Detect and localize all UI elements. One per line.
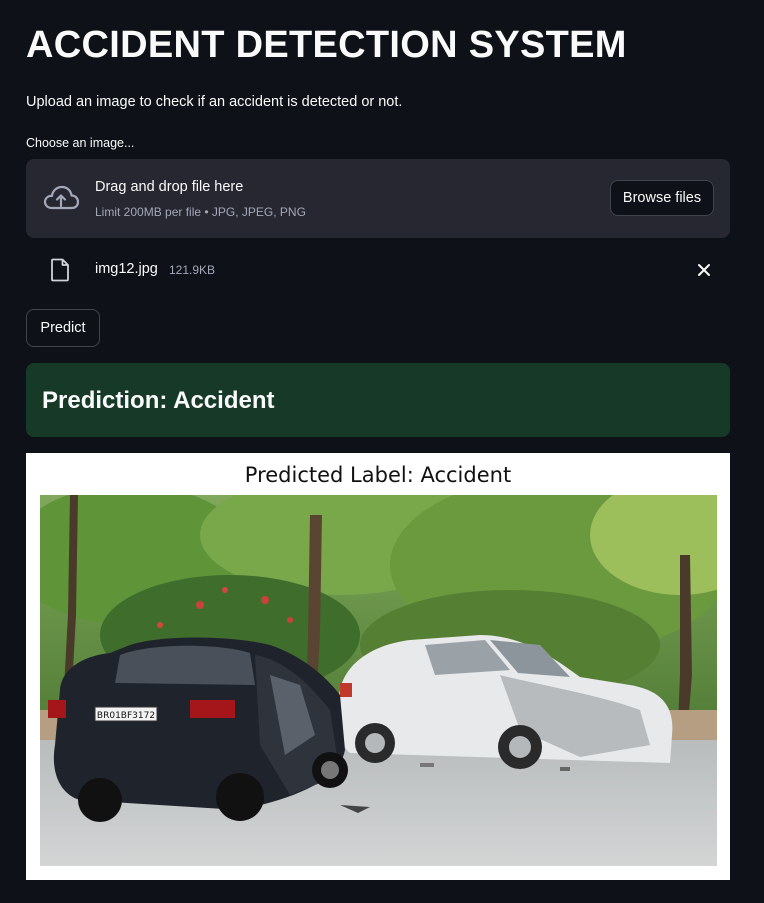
dropzone-limit-text: Limit 200MB per file • JPG, JPEG, PNG [95, 205, 306, 219]
uploaded-file-size: 121.9KB [169, 263, 216, 277]
page-title: ACCIDENT DETECTION SYSTEM [26, 24, 627, 66]
predict-button[interactable]: Predict [26, 309, 100, 347]
page-subtitle: Upload an image to check if an accident … [26, 94, 403, 110]
figure-title: Predicted Label: Accident [244, 463, 512, 487]
file-dropzone[interactable]: Drag and drop file here Limit 200MB per … [26, 159, 730, 238]
uploader-label: Choose an image... [26, 136, 135, 150]
close-icon[interactable] [696, 262, 712, 278]
prediction-result-alert: Prediction: Accident [26, 363, 730, 437]
uploaded-file-name: img12.jpg [95, 261, 158, 277]
accident-photo: BR01BF3172 [40, 495, 717, 866]
prediction-figure: Predicted Label: Accident BR01BF3172 [26, 453, 730, 880]
prediction-result-text: Prediction: Accident [42, 387, 275, 414]
dropzone-instructions: Drag and drop file here [95, 179, 244, 195]
browse-files-button[interactable]: Browse files [610, 180, 714, 216]
cloud-upload-icon [43, 185, 80, 210]
uploaded-file-row: img12.jpg 121.9KB [26, 250, 730, 290]
file-icon [51, 258, 69, 282]
license-plate-text: BR01BF3172 [97, 711, 155, 721]
